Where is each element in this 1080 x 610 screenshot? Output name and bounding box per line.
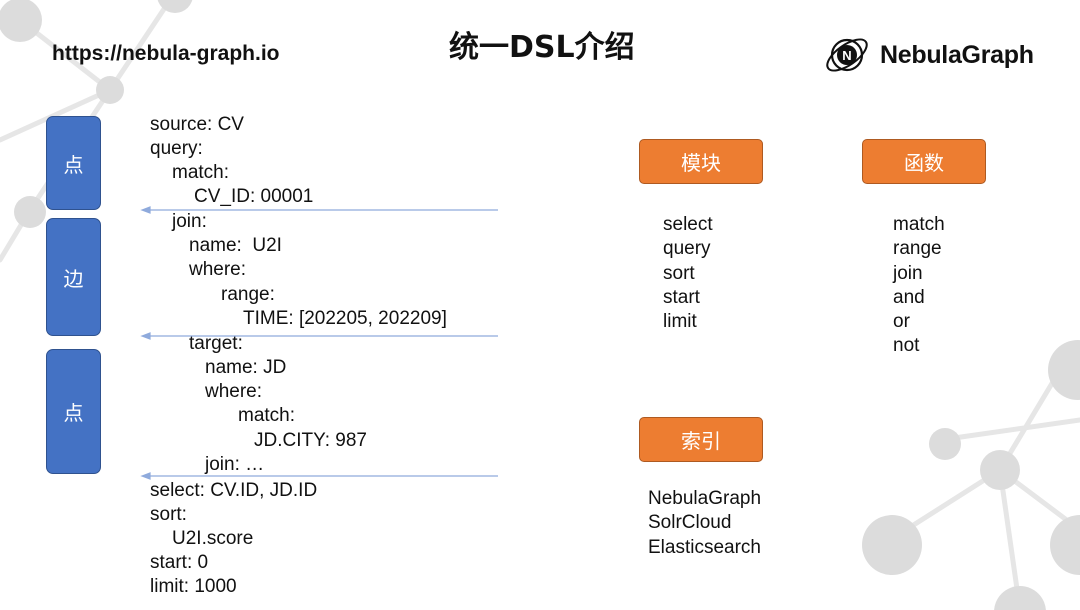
arrowhead-icon — [140, 472, 151, 480]
brand-name: NebulaGraph — [880, 40, 1034, 69]
arrowhead-icon — [140, 332, 151, 340]
modules-list: select query sort start limit — [663, 213, 713, 334]
edge-box: 边 — [46, 218, 101, 336]
module-item: limit — [663, 311, 697, 333]
arrowhead-icon — [140, 206, 151, 214]
nebula-logo-icon: N — [826, 38, 868, 72]
function-item: match — [893, 214, 945, 235]
functions-list: match range join and or not — [893, 213, 945, 359]
brand-logo-group: N NebulaGraph — [822, 30, 1034, 80]
vertex-box-2: 点 — [46, 349, 101, 474]
index-list: NebulaGraph SolrCloud Elasticsearch — [648, 487, 761, 560]
module-item: select — [663, 214, 713, 235]
modules-label-box: 模块 — [639, 139, 763, 184]
index-item: NebulaGraph — [648, 488, 762, 509]
module-item: sort — [663, 262, 695, 284]
index-item: Elasticsearch — [648, 536, 761, 558]
function-item: range — [893, 238, 942, 260]
function-item: not — [893, 335, 920, 357]
index-item: SolrCloud — [648, 512, 732, 534]
section-arrows — [140, 206, 498, 480]
module-item: query — [663, 238, 711, 260]
index-label-box: 索引 — [639, 417, 763, 462]
functions-label-box: 函数 — [862, 139, 986, 184]
function-item: and — [893, 286, 925, 308]
vertex-box-1: 点 — [46, 116, 101, 210]
module-item: start — [663, 286, 700, 308]
function-item: join — [893, 262, 923, 284]
function-item: or — [893, 311, 910, 333]
svg-text:N: N — [842, 48, 851, 63]
